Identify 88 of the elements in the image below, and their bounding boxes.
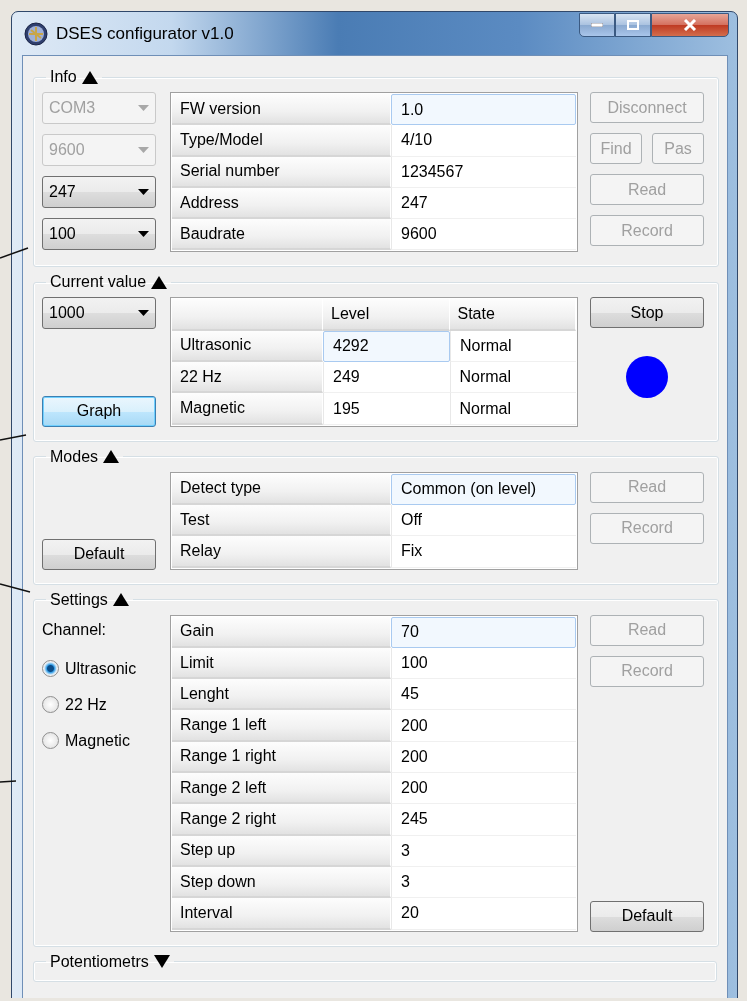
- radio-button[interactable]: [42, 696, 59, 714]
- channel-label: Channel:: [42, 620, 108, 641]
- row-label: 22 Hz: [172, 362, 323, 394]
- triangle-icon[interactable]: [112, 593, 129, 607]
- table-cell[interactable]: 20: [391, 898, 576, 930]
- table-cell[interactable]: 200: [391, 710, 576, 742]
- table-cell[interactable]: Off: [391, 504, 576, 537]
- row-label: Lenght: [172, 679, 391, 711]
- row-label: Range 2 left: [172, 773, 391, 805]
- row-label: Limit: [172, 647, 391, 680]
- minimize-button[interactable]: [579, 13, 615, 37]
- triangle-icon[interactable]: [103, 450, 120, 464]
- table-cell[interactable]: 3: [391, 866, 576, 899]
- table-cell[interactable]: 100: [391, 647, 576, 680]
- radio-label[interactable]: Ultrasonic: [65, 659, 137, 678]
- row-label: Step down: [172, 866, 391, 899]
- section-title: Settings: [50, 590, 108, 609]
- dropdown-arrow-icon: [138, 105, 149, 111]
- button[interactable]: Graph: [42, 395, 156, 427]
- section-title: Modes: [50, 447, 99, 466]
- leader-line: [0, 434, 27, 441]
- section-title: Potentiometrs: [50, 952, 149, 971]
- button[interactable]: Stop: [590, 297, 704, 329]
- radio-label[interactable]: Magnetic: [65, 731, 130, 750]
- row-label: FW version: [172, 94, 391, 126]
- triangle-icon[interactable]: [81, 70, 98, 84]
- row-label: Type/Model: [172, 125, 391, 157]
- row-label: Serial number: [172, 156, 391, 188]
- table-cell[interactable]: 9600: [391, 219, 576, 251]
- leader-line: [0, 247, 29, 259]
- dropdown-arrow-icon: [138, 189, 149, 195]
- row-label: Range 1 right: [172, 741, 391, 774]
- section-title: Info: [50, 68, 77, 86]
- triangle-icon[interactable]: [151, 276, 168, 289]
- dropdown-arrow-icon: [138, 147, 149, 153]
- button[interactable]: Default: [590, 900, 704, 932]
- dropdown[interactable]: 247: [42, 176, 156, 208]
- table-cell[interactable]: 4292: [323, 330, 450, 363]
- section-title: Current value: [50, 273, 147, 292]
- maximize-icon: [627, 20, 639, 30]
- row-label: Address: [172, 187, 391, 220]
- radio-button[interactable]: [42, 732, 59, 750]
- table-cell[interactable]: 195: [323, 393, 450, 425]
- button[interactable]: Default: [42, 538, 156, 570]
- close-icon: [683, 19, 697, 31]
- table-cell[interactable]: 200: [391, 741, 576, 774]
- dropdown[interactable]: 1000: [42, 297, 156, 330]
- row-label: Magnetic: [172, 393, 323, 425]
- dropdown-arrow-icon: [138, 310, 149, 317]
- window-title: DSES configurator v1.0: [56, 23, 235, 44]
- row-label: Baudrate: [172, 219, 391, 251]
- table-cell[interactable]: 1.0: [391, 94, 576, 126]
- dropdown-arrow-icon: [138, 231, 149, 237]
- table-cell[interactable]: 245: [391, 804, 576, 836]
- leader-line: [0, 780, 17, 783]
- table-cell[interactable]: 200: [391, 773, 576, 805]
- table-cell[interactable]: 249: [323, 362, 450, 394]
- table-cell[interactable]: 70: [391, 616, 576, 648]
- triangle-icon[interactable]: [153, 955, 170, 969]
- table-cell[interactable]: 3: [391, 835, 576, 867]
- row-label: Step up: [172, 835, 391, 867]
- table-cell[interactable]: 4/10: [391, 125, 576, 157]
- table-cell[interactable]: Normal: [450, 330, 576, 363]
- table-cell[interactable]: 247: [391, 187, 576, 220]
- column-header: Level: [323, 299, 450, 331]
- app-icon: [24, 21, 48, 46]
- row-label: Gain: [172, 616, 391, 648]
- row-label: Test: [172, 504, 391, 537]
- column-header: State: [449, 299, 576, 331]
- maximize-button[interactable]: [615, 13, 651, 37]
- row-label: Range 2 right: [172, 804, 391, 836]
- leader-line: [0, 583, 31, 593]
- row-label: Relay: [172, 536, 391, 568]
- radio-label[interactable]: 22 Hz: [65, 695, 107, 714]
- row-label: Detect type: [172, 473, 391, 505]
- close-button[interactable]: [651, 13, 729, 37]
- table-cell[interactable]: Normal: [449, 362, 576, 394]
- radio-button[interactable]: [42, 660, 59, 678]
- row-label: Interval: [172, 898, 391, 930]
- table-cell[interactable]: Common (on level): [391, 473, 576, 505]
- table-cell[interactable]: 45: [391, 679, 576, 711]
- minimize-icon: [591, 23, 603, 27]
- table-cell[interactable]: Fix: [391, 536, 576, 568]
- row-label: Ultrasonic: [172, 330, 323, 363]
- table-cell[interactable]: Normal: [449, 393, 576, 425]
- table-cell[interactable]: 1234567: [391, 156, 576, 188]
- dropdown[interactable]: 100: [42, 218, 156, 250]
- row-label: Range 1 left: [172, 710, 391, 742]
